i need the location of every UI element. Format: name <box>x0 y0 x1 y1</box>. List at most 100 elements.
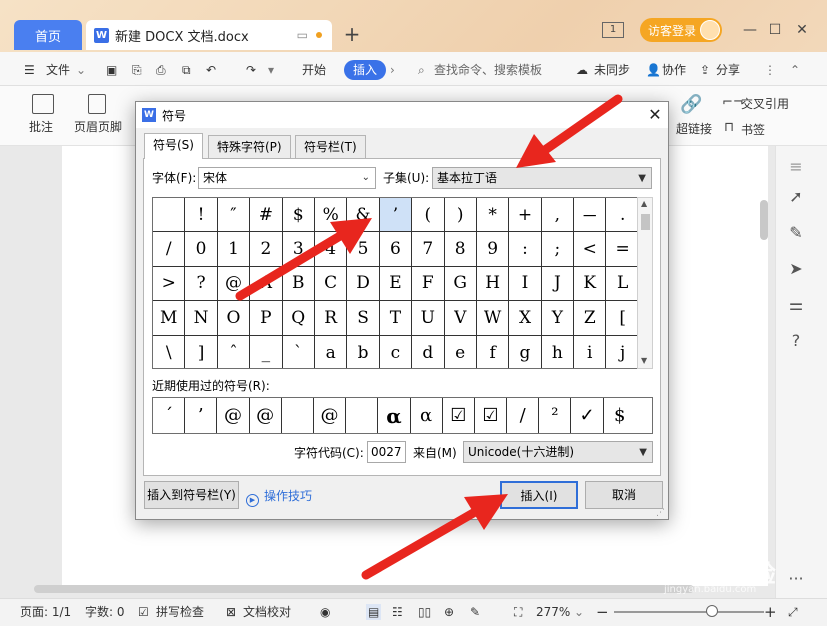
new-tab-plus-icon[interactable]: + <box>342 24 362 44</box>
symbol-cell[interactable]: ] <box>185 335 218 368</box>
maximize-icon[interactable]: ☐ <box>765 20 785 40</box>
symbol-cell[interactable]: 9 <box>476 232 510 267</box>
eye-icon[interactable]: ◉ <box>320 604 330 620</box>
symbol-cell[interactable]: C <box>314 266 348 302</box>
tips-link[interactable]: ▶ 操作技巧 <box>246 487 312 507</box>
symbol-cell[interactable]: － <box>574 198 607 233</box>
symbol-cell[interactable]: @ <box>217 266 251 302</box>
symbol-cell[interactable]: ! <box>185 198 218 233</box>
symbol-cell[interactable]: i <box>574 335 607 368</box>
collapse-ribbon-icon[interactable]: ⌃ <box>790 60 800 80</box>
symbol-grid-scrollbar[interactable]: ▲ ▼ <box>637 197 653 369</box>
symbol-cell[interactable]: 4 <box>314 232 348 267</box>
symbol-cell[interactable]: M <box>153 301 186 336</box>
symbol-cell[interactable]: B <box>282 266 315 302</box>
symbol-cell[interactable]: ˆ <box>218 335 251 368</box>
proofread-button[interactable]: 文档校对 <box>243 604 291 620</box>
symbol-cell[interactable]: $ <box>282 198 315 233</box>
crossref-button[interactable]: 交叉引用 <box>741 95 789 112</box>
from-select[interactable]: Unicode(十六进制) ▼ <box>463 441 653 463</box>
vertical-scroll-thumb[interactable] <box>760 200 768 240</box>
tab-symbol-bar[interactable]: 符号栏(T) <box>295 135 366 159</box>
symbol-cell[interactable]: Z <box>574 301 607 336</box>
print-icon[interactable]: ⎙ <box>156 60 166 80</box>
symbol-grid-scroll-thumb[interactable] <box>641 214 650 230</box>
symbol-cell[interactable]: ` <box>283 335 315 368</box>
symbol-cell[interactable]: _ <box>250 335 283 368</box>
comment-icon[interactable] <box>32 94 54 114</box>
insert-button[interactable]: 插入(I) <box>500 481 578 509</box>
header-footer-icon[interactable] <box>88 94 106 114</box>
recent-symbol-cell[interactable]: ✓ <box>571 398 604 433</box>
recent-symbol-cell[interactable]: ² <box>539 398 572 433</box>
reading-view-icon[interactable]: ▯▯ <box>418 604 431 620</box>
symbol-cell[interactable]: R <box>314 301 348 336</box>
symbol-cell[interactable]: T <box>379 301 413 336</box>
hyperlink-button[interactable]: 超链接 <box>676 120 712 137</box>
symbol-cell[interactable]: = <box>606 232 637 267</box>
symbol-cell[interactable]: < <box>574 232 607 267</box>
recent-symbol-cell[interactable]: α <box>378 398 411 433</box>
recent-symbol-cell[interactable]: ☑ <box>475 398 508 433</box>
recent-symbol-cell[interactable]: @ <box>314 398 347 433</box>
recent-symbol-cell[interactable]: ☑ <box>443 398 475 433</box>
symbol-cell[interactable]: 3 <box>282 232 315 267</box>
menu-file[interactable]: 文件 <box>46 60 70 80</box>
symbol-cell[interactable]: d <box>412 335 445 368</box>
symbol-cell[interactable]: S <box>347 301 380 336</box>
recent-symbols-row[interactable]: ´’ @ @ @ α α ☑ ☑ / ² ✓ $ <box>152 397 653 434</box>
symbol-cell[interactable]: ) <box>444 198 477 233</box>
spellcheck-button[interactable]: 拼写检查 <box>156 604 204 620</box>
zoom-level[interactable]: 277% <box>536 604 570 620</box>
symbol-cell[interactable]: + <box>509 198 542 233</box>
collab-button[interactable]: 协作 <box>662 60 686 80</box>
symbol-cell[interactable]: E <box>379 266 413 302</box>
charcode-input[interactable]: 0027 <box>367 441 406 463</box>
web-view-icon[interactable]: ⊕ <box>444 604 454 620</box>
page-view-icon[interactable]: ▤ <box>366 604 382 620</box>
symbol-cell[interactable]: , <box>541 198 575 233</box>
zoom-slider-track[interactable] <box>614 611 764 613</box>
symbol-cell[interactable]: % <box>314 198 348 233</box>
symbol-cell[interactable]: h <box>542 335 575 368</box>
cancel-button[interactable]: 取消 <box>585 481 663 509</box>
symbol-cell[interactable]: # <box>250 198 283 233</box>
symbol-cell[interactable]: ’ <box>379 198 413 233</box>
unsynced-status[interactable]: 未同步 <box>594 60 630 80</box>
menu-start[interactable]: 开始 <box>302 60 326 80</box>
symbol-cell[interactable]: 2 <box>250 232 283 267</box>
print-preview-icon[interactable]: ⧉ <box>182 60 191 80</box>
symbol-cell[interactable]: * <box>476 198 510 233</box>
hamburger-icon[interactable]: ☰ <box>24 60 35 80</box>
share-button[interactable]: 分享 <box>716 60 740 80</box>
scroll-up-icon[interactable]: ▲ <box>641 199 647 208</box>
zoom-out-icon[interactable]: − <box>596 604 609 620</box>
symbol-cell[interactable]: f <box>477 335 510 368</box>
bookmark-button[interactable]: 书签 <box>741 121 765 138</box>
symbol-cell[interactable]: I <box>509 266 542 302</box>
page-count[interactable]: 页面: 1/1 <box>20 604 71 620</box>
symbol-cell[interactable]: Y <box>541 301 575 336</box>
recent-symbol-cell[interactable]: @ <box>250 398 282 433</box>
fullscreen-icon[interactable]: ⤢ <box>788 604 798 620</box>
tab-home[interactable]: 首页 <box>14 20 82 50</box>
menu-insert[interactable]: 插入 <box>344 60 386 80</box>
symbol-cell[interactable]: [ <box>606 301 637 336</box>
recent-symbol-cell[interactable]: / <box>507 398 540 433</box>
vertical-scrollbar[interactable] <box>760 160 768 590</box>
rocket-icon[interactable]: ➚ <box>787 188 805 206</box>
subset-select[interactable]: 基本拉丁语 ▼ <box>432 167 652 189</box>
recent-symbol-cell[interactable]: ’ <box>185 398 218 433</box>
fit-page-icon[interactable]: ⛶ <box>514 604 522 620</box>
font-select[interactable]: 宋体 ⌄ <box>198 167 376 189</box>
close-window-icon[interactable]: ✕ <box>792 20 812 40</box>
dialog-close-icon[interactable]: ✕ <box>644 104 666 126</box>
symbol-cell[interactable]: X <box>509 301 542 336</box>
symbol-cell[interactable]: > <box>153 266 186 302</box>
symbol-cell[interactable]: O <box>217 301 251 336</box>
symbol-cell[interactable]: A <box>250 266 283 302</box>
symbol-cell[interactable]: . <box>606 198 637 233</box>
symbol-cell[interactable]: V <box>444 301 477 336</box>
quick-access-dropdown-icon[interactable]: ▾ <box>268 60 274 80</box>
symbol-cell[interactable]: c <box>380 335 413 368</box>
